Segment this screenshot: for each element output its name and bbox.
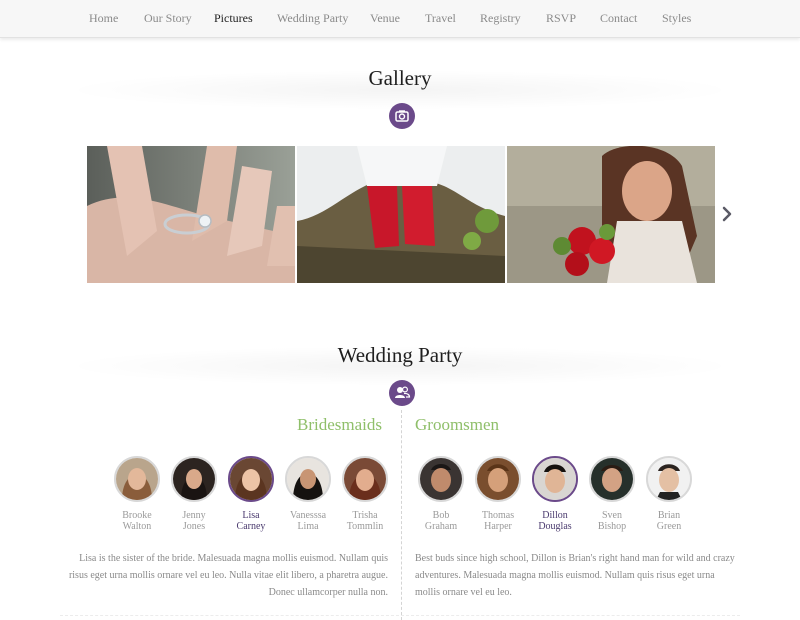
member-first-name: Bob	[432, 510, 450, 521]
avatar	[228, 456, 274, 502]
nav-travel[interactable]: Travel	[425, 11, 456, 26]
nav-rsvp[interactable]: RSVP	[546, 11, 576, 26]
nav-registry[interactable]: Registry	[480, 11, 521, 26]
gallery-photo-bride-roses[interactable]	[507, 146, 715, 283]
avatar	[418, 456, 464, 502]
avatar	[114, 456, 160, 502]
nav-venue[interactable]: Venue	[370, 11, 400, 26]
gallery-title: Gallery	[368, 66, 432, 90]
groomsman-sven-bishop[interactable]: Sven Bishop	[582, 456, 642, 532]
groomsman-thomas-harper[interactable]: Thomas Harper	[468, 456, 528, 532]
member-last-name: Harper	[484, 521, 512, 532]
people-icon	[389, 380, 415, 406]
bridesmaid-trisha-tommlin[interactable]: Trisha Tommlin	[335, 456, 395, 532]
avatar	[475, 456, 521, 502]
member-first-name: Sven	[602, 510, 622, 521]
groomsman-bob-graham[interactable]: Bob Graham	[411, 456, 471, 532]
nav-styles[interactable]: Styles	[662, 11, 691, 26]
nav-home[interactable]: Home	[89, 11, 118, 26]
bridesmaid-vanesssa-lima[interactable]: Vanesssa Lima	[278, 456, 338, 532]
groomsmen-heading: Groomsmen	[415, 415, 500, 434]
avatar	[171, 456, 217, 502]
bridesmaid-bio: Lisa is the sister of the bride. Malesua…	[68, 553, 388, 598]
member-last-name: Jones	[182, 521, 206, 532]
member-first-name: Brooke	[122, 510, 152, 521]
member-last-name: Tommlin	[346, 521, 384, 532]
member-last-name: Douglas	[538, 521, 572, 532]
avatar	[646, 456, 692, 502]
member-first-name: Trisha	[352, 510, 378, 521]
gallery-photo-red-shoes[interactable]	[297, 146, 505, 283]
avatar	[342, 456, 388, 502]
member-first-name: Brian	[657, 510, 681, 521]
member-last-name: Walton	[122, 521, 152, 532]
nav-wedding-party[interactable]: Wedding Party	[277, 11, 348, 26]
section-bottom-divider	[60, 615, 740, 616]
nav-pictures[interactable]: Pictures	[214, 11, 253, 26]
bridesmaid-jenny-jones[interactable]: Jenny Jones	[164, 456, 224, 532]
nav-contact[interactable]: Contact	[600, 11, 637, 26]
top-nav: Home Our Story Pictures Wedding Party Ve…	[0, 0, 800, 38]
chevron-right-icon[interactable]	[718, 204, 736, 224]
groomsman-brian-green[interactable]: Brian Green	[639, 456, 699, 532]
bridesmaids-heading: Bridesmaids	[297, 415, 382, 434]
groomsman-bio: Best buds since high school, Dillon is B…	[415, 553, 735, 598]
groomsman-dillon-douglas[interactable]: Dillon Douglas	[525, 456, 585, 532]
bridesmaid-lisa-carney[interactable]: Lisa Carney	[221, 456, 281, 532]
wedding-party-title: Wedding Party	[337, 343, 463, 367]
member-first-name: Vanesssa	[289, 510, 327, 521]
member-first-name: Thomas	[481, 510, 515, 521]
avatar	[532, 456, 578, 502]
member-last-name: Green	[656, 521, 682, 532]
column-divider	[401, 410, 402, 620]
camera-icon	[389, 103, 415, 129]
avatar	[589, 456, 635, 502]
member-last-name: Carney	[236, 521, 266, 532]
member-first-name: Lisa	[242, 510, 260, 521]
member-last-name: Bishop	[597, 521, 627, 532]
bridesmaid-brooke-walton[interactable]: Brooke Walton	[107, 456, 167, 532]
member-last-name: Graham	[424, 521, 458, 532]
gallery-photo-ring[interactable]	[87, 146, 295, 283]
member-last-name: Lima	[297, 521, 319, 532]
avatar	[285, 456, 331, 502]
nav-our-story[interactable]: Our Story	[144, 11, 192, 26]
member-first-name: Dillon	[542, 510, 568, 521]
member-first-name: Jenny	[182, 510, 206, 521]
